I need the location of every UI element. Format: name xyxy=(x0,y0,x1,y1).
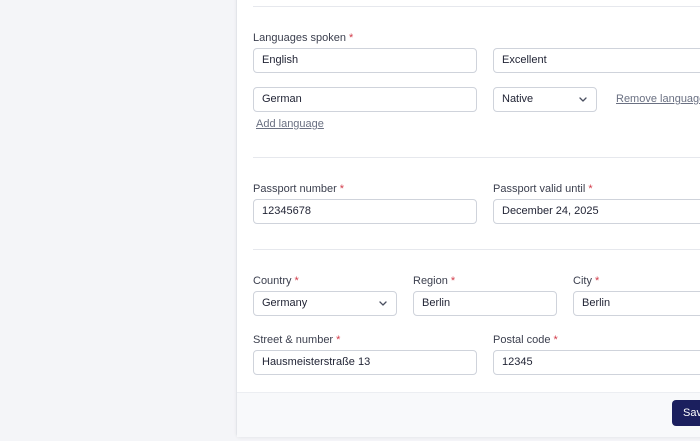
required-marker: * xyxy=(450,275,456,287)
required-marker: * xyxy=(553,334,558,346)
language-1-value: English xyxy=(262,54,299,66)
language-1-level-value: Excellent xyxy=(502,54,547,66)
street-label-text: Street & number xyxy=(253,334,334,346)
region-value: Berlin xyxy=(422,297,451,309)
save-button[interactable]: Save xyxy=(672,400,700,426)
country-select[interactable]: Germany xyxy=(253,291,397,316)
language-1-level-select[interactable]: Excellent xyxy=(493,48,700,73)
passport-number-value: 12345678 xyxy=(262,205,311,217)
passport-number-label: Passport number * xyxy=(253,183,344,195)
region-label: Region * xyxy=(413,275,455,287)
chevron-down-icon xyxy=(379,301,387,306)
passport-valid-label-text: Passport valid until xyxy=(493,183,586,195)
region-input[interactable]: Berlin xyxy=(413,291,557,316)
section-divider xyxy=(253,6,700,7)
add-language-link[interactable]: Add language xyxy=(256,118,324,130)
required-marker: * xyxy=(594,275,600,287)
language-2-value: German xyxy=(262,93,302,105)
language-1-input[interactable]: English xyxy=(253,48,477,73)
remove-language-link[interactable]: Remove language xyxy=(616,93,700,105)
city-value: Berlin xyxy=(582,297,611,309)
country-value: Germany xyxy=(262,297,308,309)
section-divider xyxy=(253,249,700,250)
required-marker: * xyxy=(339,183,345,195)
street-label: Street & number * xyxy=(253,334,340,346)
postal-code-input[interactable]: 12345 xyxy=(493,350,700,375)
passport-valid-value: December 24, 2025 xyxy=(502,205,599,217)
required-marker: * xyxy=(348,32,354,44)
city-input[interactable]: Berlin xyxy=(573,291,700,316)
country-label: Country * xyxy=(253,275,299,287)
passport-number-label-text: Passport number xyxy=(253,183,337,195)
city-label-text: City xyxy=(573,275,592,287)
postal-code-value: 12345 xyxy=(502,356,533,368)
required-marker: * xyxy=(294,275,299,287)
language-2-input[interactable]: German xyxy=(253,87,477,112)
languages-label-text: Languages spoken xyxy=(253,32,346,44)
passport-valid-label: Passport valid until * xyxy=(493,183,593,195)
form-footer xyxy=(237,392,700,437)
required-marker: * xyxy=(336,334,341,346)
language-2-level-value: Native xyxy=(502,93,534,105)
city-label: City * xyxy=(573,275,599,287)
required-marker: * xyxy=(588,183,593,195)
street-input[interactable]: Hausmeisterstraße 13 xyxy=(253,350,477,375)
passport-valid-date-input[interactable]: December 24, 2025 xyxy=(493,199,700,224)
street-value: Hausmeisterstraße 13 xyxy=(262,356,371,368)
postal-code-label-text: Postal code xyxy=(493,334,551,346)
postal-code-label: Postal code * xyxy=(493,334,558,346)
passport-number-input[interactable]: 12345678 xyxy=(253,199,477,224)
country-label-text: Country xyxy=(253,275,292,287)
language-2-level-select[interactable]: Native xyxy=(493,87,597,112)
languages-label: Languages spoken * xyxy=(253,32,353,44)
chevron-down-icon xyxy=(579,97,587,102)
region-label-text: Region xyxy=(413,275,448,287)
section-divider xyxy=(253,157,700,158)
